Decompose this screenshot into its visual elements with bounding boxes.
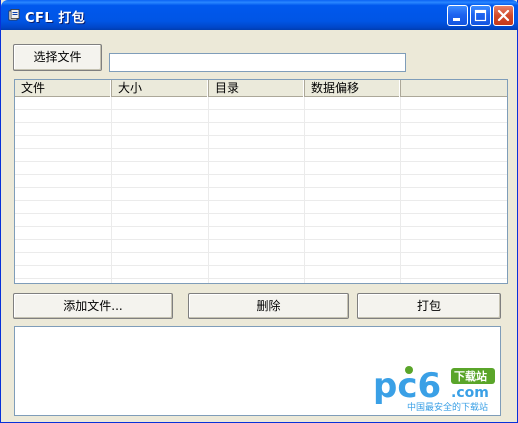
app-icon xyxy=(8,9,20,21)
title-bar[interactable]: CFL 打包 xyxy=(1,0,518,30)
column-header-directory[interactable]: 目录 xyxy=(209,80,305,97)
minimize-button[interactable] xyxy=(447,5,468,26)
watermark-tagline: 中国最安全的下载站 xyxy=(407,401,488,413)
watermark-dotcom: .com xyxy=(451,385,489,401)
column-header-size[interactable]: 大小 xyxy=(112,80,209,97)
select-file-label: 选择文件 xyxy=(33,50,82,64)
pack-label: 打包 xyxy=(416,299,441,313)
close-button[interactable] xyxy=(493,5,514,26)
grid-row-line xyxy=(15,213,507,214)
grid-column-line xyxy=(400,97,401,283)
file-path-input[interactable] xyxy=(109,53,406,72)
grid-row-line xyxy=(15,161,507,162)
maximize-icon xyxy=(474,9,487,22)
grid-row-line xyxy=(15,265,507,266)
column-header-file[interactable]: 文件 xyxy=(15,80,112,97)
maximize-button[interactable] xyxy=(470,5,491,26)
grid-column-line xyxy=(208,97,209,283)
grid-row-line xyxy=(15,252,507,253)
select-file-button[interactable]: 选择文件 xyxy=(13,44,102,71)
delete-button[interactable]: 删除 xyxy=(188,293,349,319)
add-file-button[interactable]: 添加文件... xyxy=(13,293,173,319)
column-header-filler xyxy=(401,80,507,97)
close-icon xyxy=(497,9,510,22)
grid-row-line xyxy=(15,200,507,201)
grid-column-line xyxy=(111,97,112,283)
grid-column-line xyxy=(304,97,305,283)
watermark-badge: 下载站 xyxy=(454,369,487,383)
grid-row-line xyxy=(15,239,507,240)
file-list-body[interactable] xyxy=(15,97,507,283)
grid-row-line xyxy=(15,226,507,227)
file-list[interactable]: 文件 大小 目录 数据偏移 xyxy=(14,79,508,284)
leaf-icon xyxy=(405,366,413,374)
grid-row-line xyxy=(15,187,507,188)
add-file-label: 添加文件... xyxy=(63,299,123,313)
delete-label: 删除 xyxy=(256,299,281,313)
grid-row-line xyxy=(15,148,507,149)
window-title: CFL 打包 xyxy=(25,11,86,26)
grid-row-line xyxy=(15,122,507,123)
file-list-header: 文件 大小 目录 数据偏移 xyxy=(15,80,507,97)
grid-row-line xyxy=(15,109,507,110)
grid-row-line xyxy=(15,174,507,175)
grid-row-line xyxy=(15,278,507,279)
main-window: CFL 打包 选择文件 文件 大小 目录 数据偏移 添加文件... 删除 打包 … xyxy=(0,0,518,423)
pc6-watermark: pc6 下载站 .com 中国最安全的下载站 xyxy=(373,366,495,413)
pack-button[interactable]: 打包 xyxy=(357,293,501,319)
minimize-icon xyxy=(453,18,460,21)
grid-row-line xyxy=(15,135,507,136)
column-header-data-offset[interactable]: 数据偏移 xyxy=(305,80,401,97)
